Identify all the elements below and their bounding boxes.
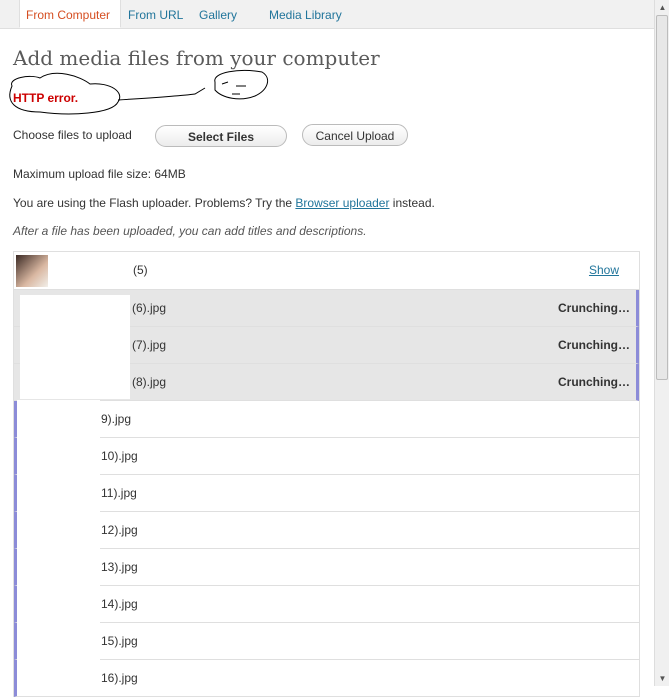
redacted-area bbox=[20, 295, 130, 399]
tab-from-url[interactable]: From URL bbox=[128, 0, 183, 28]
tab-gallery[interactable]: Gallery bbox=[199, 0, 237, 28]
file-name: 15).jpg bbox=[101, 634, 138, 648]
max-upload-size: Maximum upload file size: 64MB bbox=[13, 167, 186, 181]
crunching-status: Crunching… bbox=[558, 301, 630, 315]
show-link[interactable]: Show bbox=[589, 252, 619, 288]
flash-notice-suffix: instead. bbox=[389, 196, 435, 210]
choose-files-label: Choose files to upload bbox=[13, 128, 132, 142]
file-row: 14).jpg bbox=[14, 586, 639, 623]
file-row: (5) Show bbox=[14, 252, 639, 290]
flash-notice-prefix: You are using the Flash uploader. Proble… bbox=[13, 196, 296, 210]
file-row: 16).jpg bbox=[14, 660, 639, 697]
file-name: 11).jpg bbox=[101, 486, 137, 500]
tab-media-library[interactable]: Media Library bbox=[269, 0, 342, 28]
http-error-text: HTTP error. bbox=[13, 91, 79, 105]
upload-hint: After a file has been uploaded, you can … bbox=[13, 224, 367, 238]
file-row: 15).jpg bbox=[14, 623, 639, 660]
file-thumbnail bbox=[16, 255, 48, 287]
browser-uploader-link[interactable]: Browser uploader bbox=[295, 196, 389, 210]
file-row: 10).jpg bbox=[14, 438, 639, 475]
media-tabs: From Computer From URL Gallery Media Lib… bbox=[0, 0, 654, 29]
file-row: 12).jpg bbox=[14, 512, 639, 549]
file-row: 11).jpg bbox=[14, 475, 639, 512]
file-row: 9).jpg bbox=[14, 401, 639, 438]
crunching-status: Crunching… bbox=[558, 375, 630, 389]
scroll-down-icon[interactable]: ▼ bbox=[655, 671, 669, 686]
crunching-status: Crunching… bbox=[558, 338, 630, 352]
select-files-button[interactable]: Select Files bbox=[155, 125, 287, 147]
flash-uploader-notice: You are using the Flash uploader. Proble… bbox=[13, 196, 435, 210]
file-name: 16).jpg bbox=[101, 671, 138, 685]
redacted-area bbox=[17, 400, 100, 686]
vertical-scrollbar[interactable]: ▲ ▼ bbox=[654, 0, 669, 686]
file-row: 13).jpg bbox=[14, 549, 639, 586]
file-name: 12).jpg bbox=[101, 523, 138, 537]
file-name: (6).jpg bbox=[132, 301, 167, 315]
cancel-upload-button[interactable]: Cancel Upload bbox=[302, 124, 408, 146]
scroll-up-icon[interactable]: ▲ bbox=[655, 0, 669, 15]
file-name: 9).jpg bbox=[101, 412, 132, 426]
file-name: (8).jpg bbox=[132, 375, 167, 389]
file-name: 13).jpg bbox=[101, 560, 138, 574]
file-name: 14).jpg bbox=[101, 597, 138, 611]
scrollbar-thumb[interactable] bbox=[656, 15, 668, 380]
tab-from-computer[interactable]: From Computer bbox=[19, 0, 121, 28]
file-name: (5) bbox=[133, 263, 148, 277]
file-name: (7).jpg bbox=[132, 338, 167, 352]
file-name: 10).jpg bbox=[101, 449, 138, 463]
